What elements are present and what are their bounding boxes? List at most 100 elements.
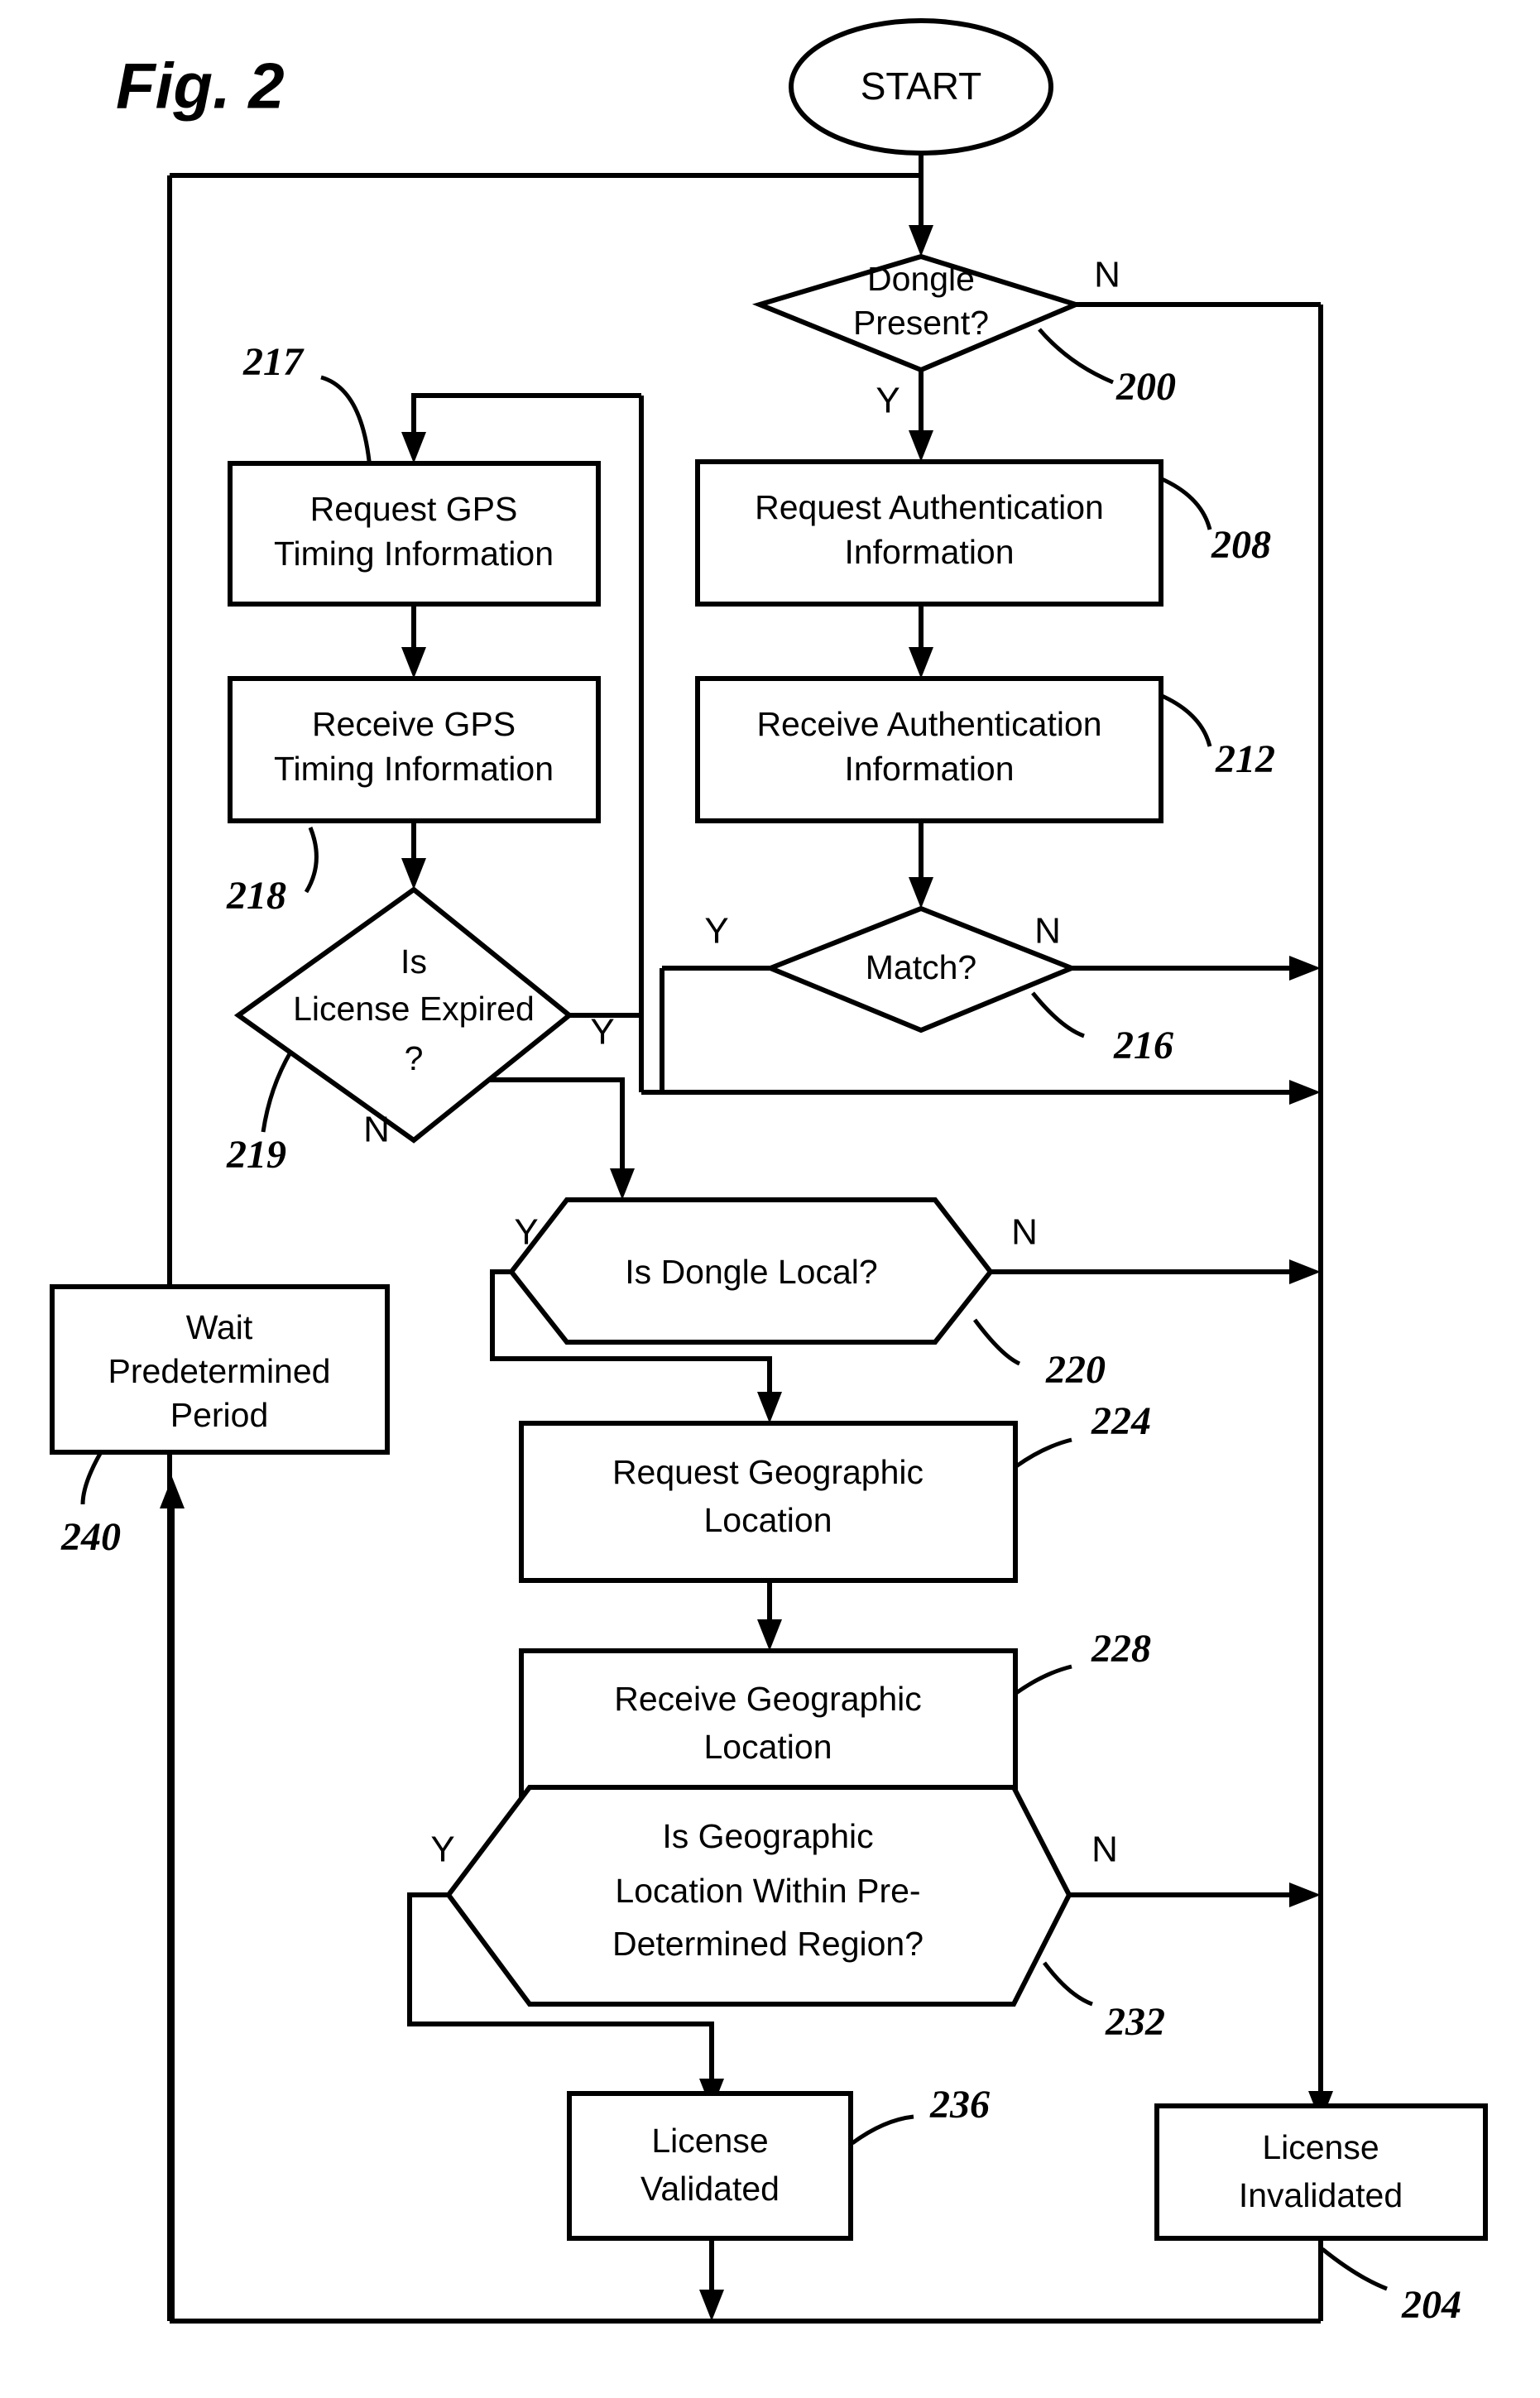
node-request-geo[interactable]: Request Geographic Location 224 — [519, 1399, 1151, 1583]
ref-218: 218 — [226, 874, 286, 918]
ref-236: 236 — [929, 2083, 990, 2127]
receive-geo-label-line1: Receive Geographic — [614, 1680, 921, 1718]
dongle-present-no-label: N — [1094, 255, 1120, 295]
arrowhead-dongle-yes-to-request-auth — [909, 430, 933, 462]
ref-228: 228 — [1091, 1627, 1151, 1671]
ref-220: 220 — [1045, 1348, 1106, 1392]
ref-224: 224 — [1091, 1399, 1151, 1443]
license-invalidated-rect[interactable] — [1154, 2103, 1488, 2241]
ref-204: 204 — [1401, 2283, 1461, 2327]
leader-217 — [320, 375, 372, 469]
dongle-present-label-line2: Present? — [853, 304, 989, 342]
receive-gps-label-line2: Timing Information — [274, 750, 554, 788]
node-request-auth[interactable]: Request Authentication Information 208 — [695, 459, 1271, 607]
node-license-validated[interactable]: License Validated 236 — [567, 2083, 990, 2241]
leader-208 — [1159, 476, 1212, 530]
geo-region-label-line2: Location Within Pre- — [615, 1872, 920, 1910]
node-match[interactable]: Match? N Y 216 — [704, 905, 1173, 1067]
license-invalidated-label-line1: License — [1262, 2128, 1379, 2166]
arrowhead-request-to-receive-geo — [757, 1619, 782, 1651]
leader-218 — [304, 827, 319, 894]
ref-240: 240 — [60, 1515, 121, 1559]
leader-232 — [1043, 1961, 1093, 2007]
node-receive-geo[interactable]: Receive Geographic Location 228 — [519, 1627, 1151, 1810]
node-receive-auth[interactable]: Receive Authentication Information 212 — [695, 676, 1275, 823]
node-license-expired[interactable]: Is License Expired ? Y N 219 — [226, 886, 615, 1177]
arrowhead-receive-auth-to-match — [909, 877, 933, 909]
ref-232: 232 — [1105, 2000, 1165, 2044]
conn-loop-into-request-gps — [411, 393, 641, 447]
wait-period-label-line3: Period — [170, 1396, 269, 1434]
wait-period-label-line1: Wait — [186, 1308, 253, 1346]
leader-200 — [1038, 328, 1114, 385]
leader-236 — [851, 2114, 914, 2146]
license-expired-label-line3: ? — [405, 1039, 424, 1077]
figure-container: Fig. 2 START Dongle Present? N Y 200 Req… — [0, 0, 1540, 2398]
node-geo-region[interactable]: Is Geographic Location Within Pre- Deter… — [430, 1785, 1165, 2044]
request-gps-label-line1: Request GPS — [310, 490, 518, 528]
dongle-present-label-line1: Dongle — [867, 260, 975, 298]
geo-region-no-label: N — [1091, 1830, 1118, 1870]
wait-period-label-line2: Predetermined — [108, 1352, 331, 1390]
arrowhead-rail-to-wait — [160, 1477, 185, 1508]
geo-region-label-line1: Is Geographic — [662, 1817, 873, 1855]
request-geo-label-line2: Location — [703, 1501, 832, 1539]
arrowhead-dongle-local-yes-to-request-geo — [757, 1392, 782, 1423]
license-expired-yes-label: Y — [590, 1012, 614, 1053]
node-start[interactable]: START — [789, 18, 1053, 156]
request-auth-label-line2: Information — [844, 533, 1014, 571]
receive-auth-label-line2: Information — [844, 750, 1014, 788]
match-label: Match? — [866, 948, 976, 986]
match-yes-label: Y — [704, 911, 728, 952]
license-validated-label-line1: License — [651, 2122, 768, 2160]
arrowhead-request-to-receive-gps — [401, 647, 426, 679]
start-label: START — [861, 65, 982, 108]
license-expired-label-line2: License Expired — [293, 990, 535, 1028]
arrowhead-request-to-receive-auth — [909, 647, 933, 679]
license-validated-rect[interactable] — [567, 2091, 853, 2241]
arrowhead-geo-region-no-to-rail — [1289, 1882, 1321, 1907]
leader-220 — [972, 1318, 1021, 1366]
figure-title: Fig. 2 — [116, 50, 285, 122]
geo-region-label-line3: Determined Region? — [612, 1925, 924, 1963]
geo-region-yes-label: Y — [430, 1830, 454, 1870]
dongle-present-yes-label: Y — [876, 381, 900, 421]
receive-auth-label-line1: Receive Authentication — [756, 705, 1101, 743]
flowchart-svg: Fig. 2 START Dongle Present? N Y 200 Req… — [50, 18, 1488, 2327]
dongle-local-yes-label: Y — [514, 1212, 538, 1253]
arrowhead-into-request-gps — [401, 432, 426, 463]
arrowhead-expired-no-to-dongle-local — [610, 1168, 635, 1200]
arrowhead-expired-yes-to-rail — [1289, 1080, 1321, 1105]
ref-216: 216 — [1113, 1024, 1173, 1067]
request-geo-label-line1: Request Geographic — [612, 1453, 924, 1491]
license-validated-label-line2: Validated — [640, 2170, 780, 2208]
node-wait-period[interactable]: Wait Predetermined Period 240 — [50, 1284, 390, 1559]
match-no-label: N — [1034, 911, 1061, 952]
ref-217: 217 — [242, 340, 305, 384]
arrowhead-match-no-to-rail — [1289, 956, 1321, 981]
ref-219: 219 — [226, 1133, 286, 1177]
node-dongle-present[interactable]: Dongle Present? N Y 200 — [751, 253, 1176, 421]
ref-208: 208 — [1211, 523, 1271, 567]
node-request-gps[interactable]: Request GPS Timing Information 217 — [228, 340, 601, 607]
license-invalidated-label-line2: Invalidated — [1239, 2176, 1403, 2214]
arrowhead-validated-to-bottom-rail — [699, 2290, 724, 2321]
license-expired-no-label: N — [363, 1110, 390, 1150]
request-gps-label-line2: Timing Information — [274, 535, 554, 573]
receive-gps-label-line1: Receive GPS — [312, 705, 516, 743]
receive-geo-label-line2: Location — [703, 1728, 832, 1766]
leader-224 — [1015, 1437, 1072, 1469]
arrowhead-receive-gps-to-expired — [401, 858, 426, 890]
arrowhead-start-to-dongle — [909, 225, 933, 257]
arrowhead-dongle-local-no-to-rail — [1289, 1259, 1321, 1284]
ref-212: 212 — [1215, 737, 1275, 781]
ref-200: 200 — [1115, 365, 1176, 409]
request-auth-label-line1: Request Authentication — [755, 488, 1104, 526]
dongle-local-no-label: N — [1011, 1212, 1038, 1253]
dongle-local-label: Is Dongle Local? — [625, 1253, 877, 1291]
leader-212 — [1159, 693, 1212, 747]
leader-228 — [1015, 1664, 1072, 1695]
leader-216 — [1031, 991, 1085, 1038]
leader-219 — [261, 1049, 294, 1133]
license-expired-label-line1: Is — [401, 942, 427, 981]
